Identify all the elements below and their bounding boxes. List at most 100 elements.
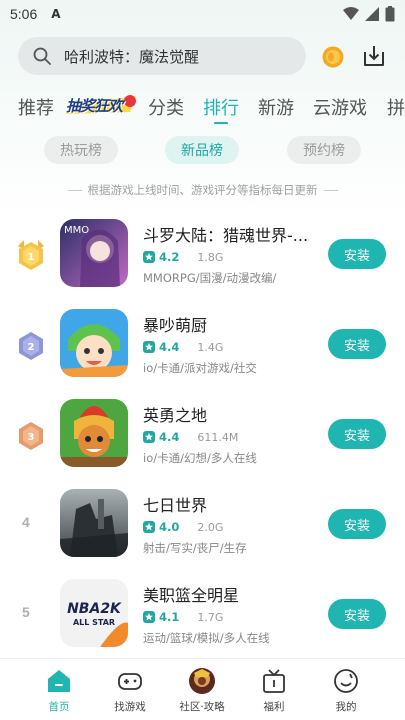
chip-new[interactable]: 新品榜: [165, 136, 239, 164]
game-title: 美职篮全明星: [143, 586, 240, 605]
gamepad-icon: [118, 673, 142, 690]
star-icon: [143, 611, 155, 623]
game-tags: io/卡通/幻想/多人在线: [143, 451, 257, 465]
gold-medal-icon: 1: [18, 240, 44, 270]
game-size: 611.4M: [197, 430, 239, 444]
game-title: 暴吵萌厨: [143, 316, 208, 335]
game-size: 1.8G: [197, 250, 224, 264]
nav-profile-label: 我的: [335, 701, 357, 713]
chip-hot[interactable]: 热玩榜: [44, 136, 118, 164]
rank-number: 4: [22, 514, 30, 530]
game-tags: 运动/篮球/模拟/多人在线: [143, 631, 270, 645]
install-button[interactable]: 安装: [328, 239, 386, 269]
game-icon-qiri[interactable]: [60, 489, 128, 557]
ranking-description: 根据游戏上线时间、游戏评分等指标每日更新: [0, 182, 405, 198]
tab-ranking[interactable]: 排行: [203, 94, 239, 120]
gift-box-icon: [263, 669, 285, 693]
game-score: 4.4: [159, 340, 180, 354]
smiley-face-icon: [334, 669, 358, 693]
game-score: 4.1: [159, 610, 180, 624]
rank-number: 5: [22, 604, 30, 620]
status-indicator: A: [51, 7, 61, 21]
game-tags: MMORPG/国漫/动漫改编/: [143, 271, 277, 285]
nav-community[interactable]: 社区·攻略: [172, 667, 232, 714]
download-icon[interactable]: [361, 43, 387, 69]
ranking-description-text: 根据游戏上线时间、游戏评分等指标每日更新: [87, 183, 318, 197]
tab-recommend[interactable]: 推荐: [18, 94, 54, 120]
nav-welfare-label: 福利: [263, 701, 285, 713]
install-button[interactable]: 安装: [328, 419, 386, 449]
tab-category[interactable]: 分类: [148, 94, 184, 120]
search-input[interactable]: 哈利波特：魔法觉醒: [18, 37, 306, 75]
tab-active-indicator: [214, 122, 228, 124]
tab-cloud-games[interactable]: 云游戏: [313, 94, 367, 120]
game-row[interactable]: 4 七日世界 4.0 2.0G 射击/写实/丧尸/生存 安装: [0, 486, 405, 566]
rank-1-text: 1: [28, 252, 35, 263]
search-icon: [33, 47, 51, 65]
nav-welfare[interactable]: 福利: [244, 667, 304, 714]
game-title: 七日世界: [143, 496, 208, 515]
nav-community-label: 社区·攻略: [179, 701, 225, 713]
tab-more[interactable]: 拼: [387, 94, 405, 120]
nav-home[interactable]: 首页: [29, 667, 89, 714]
game-meta: 4.4 611.4M: [143, 430, 238, 444]
game-score: 4.0: [159, 520, 180, 534]
game-icon-douluo[interactable]: MMO: [60, 219, 128, 287]
lottery-logo-text: 抽奖狂欢: [66, 97, 123, 115]
status-icons: [343, 6, 395, 22]
nba2k-logo-text: NBA2K: [67, 601, 122, 617]
game-row[interactable]: 2 暴吵萌厨 4.4 1.4G io/卡通/派对游戏/社交 安装: [0, 306, 405, 386]
search-text: 哈利波特：魔法觉醒: [64, 47, 200, 66]
game-icon-yingyong[interactable]: [60, 399, 128, 467]
game-row[interactable]: 1 MMO 斗罗大陆：猎魂世界-... 4.2 1.8G MMORPG/国漫/动…: [0, 216, 405, 296]
game-size: 1.4G: [197, 340, 224, 354]
game-icon-nba2k[interactable]: NBA2K ALL STAR: [60, 579, 128, 647]
signal-icon: [365, 7, 379, 21]
game-meta: 4.1 1.7G: [143, 610, 223, 624]
bronze-medal-icon: 3: [19, 422, 43, 450]
star-icon: [143, 431, 155, 443]
rank-3-text: 3: [28, 432, 35, 443]
rank-2-text: 2: [28, 342, 35, 353]
game-size: 2.0G: [197, 520, 224, 534]
all-star-text: ALL STAR: [73, 618, 115, 627]
chip-reservation[interactable]: 预约榜: [287, 136, 361, 164]
category-tabs: 推荐 抽奖狂欢 分类 排行 新游 云游戏 拼: [0, 90, 405, 124]
battery-icon: [385, 6, 395, 22]
community-avatar-icon: [189, 668, 215, 694]
nav-find-games-label: 找游戏: [114, 701, 146, 713]
silver-medal-icon: 2: [19, 332, 43, 360]
game-score: 4.2: [159, 250, 180, 264]
home-icon: [48, 670, 70, 692]
game-row[interactable]: 5 NBA2K ALL STAR 美职篮全明星 4.1 1.7G 运动/篮球/模…: [0, 576, 405, 656]
star-icon: [143, 521, 155, 533]
divider: [323, 190, 338, 191]
coin-icon[interactable]: [322, 46, 344, 68]
nav-home-label: 首页: [48, 701, 70, 713]
status-bar: 5:06 A: [0, 0, 405, 28]
game-score: 4.4: [159, 430, 180, 444]
game-tags: 射击/写实/丧尸/生存: [143, 541, 247, 555]
game-meta: 4.4 1.4G: [143, 340, 223, 354]
install-button[interactable]: 安装: [328, 329, 386, 359]
star-icon: [143, 341, 155, 353]
game-tags: io/卡通/派对游戏/社交: [143, 361, 257, 375]
game-size: 1.7G: [197, 610, 224, 624]
game-title: 斗罗大陆：猎魂世界-...: [143, 226, 309, 245]
game-icon-text: MMO: [64, 225, 89, 236]
wifi-icon: [343, 7, 359, 20]
tab-lottery-logo[interactable]: 抽奖狂欢: [64, 92, 138, 118]
game-title: 英勇之地: [143, 406, 208, 425]
game-icon-baochao[interactable]: [60, 309, 128, 377]
install-button[interactable]: 安装: [328, 509, 386, 539]
nav-find-games[interactable]: 找游戏: [100, 667, 160, 714]
divider: [67, 190, 82, 191]
tab-new-games[interactable]: 新游: [258, 94, 294, 120]
game-row[interactable]: 3 英勇之地 4.4 611.4M io/卡通/幻想/多人在线 安装: [0, 396, 405, 476]
game-meta: 4.0 2.0G: [143, 520, 223, 534]
nav-profile[interactable]: 我的: [316, 667, 376, 714]
install-button[interactable]: 安装: [328, 599, 386, 629]
status-time: 5:06: [10, 6, 38, 22]
game-meta: 4.2 1.8G: [143, 250, 223, 264]
bottom-navigation: 首页 找游戏 社区·攻略 福利 我的: [0, 658, 405, 720]
